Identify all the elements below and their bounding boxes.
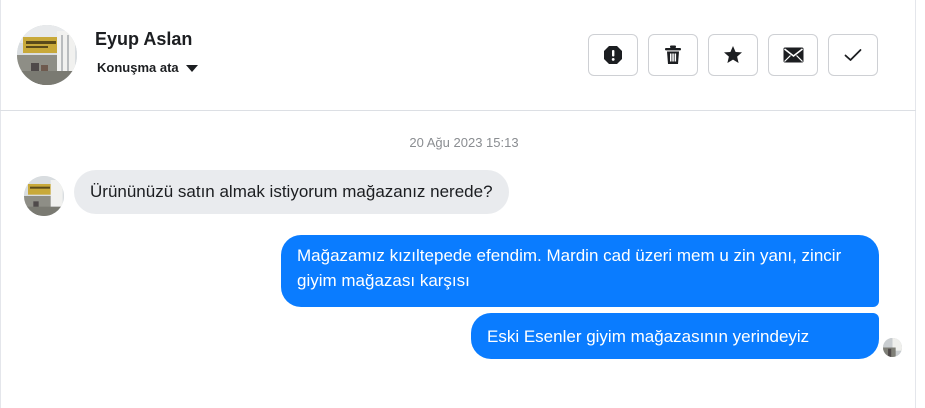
sender-avatar: [24, 176, 64, 216]
conversation-actions: [588, 34, 878, 76]
outgoing-message[interactable]: Eski Esenler giyim mağazasının yerindeyi…: [471, 313, 879, 359]
trash-icon: [665, 45, 681, 64]
mark-spam-button[interactable]: [588, 34, 638, 76]
seen-indicator-avatar: [883, 338, 902, 357]
left-border: [0, 0, 1, 408]
checkmark-icon: [844, 49, 862, 61]
alert-octagon-icon: [604, 46, 622, 64]
header-divider: [0, 110, 916, 111]
contact-photo: [17, 25, 77, 85]
star-button[interactable]: [708, 34, 758, 76]
outgoing-message[interactable]: Mağazamız kızıltepede efendim. Mardin ca…: [281, 235, 879, 307]
incoming-message[interactable]: Ürününüzü satın almak istiyorum mağazanı…: [74, 170, 509, 214]
caret-down-icon: [185, 64, 198, 72]
delete-button[interactable]: [648, 34, 698, 76]
assign-conversation-dropdown[interactable]: Konuşma ata: [97, 59, 198, 75]
envelope-icon: [783, 47, 803, 63]
mark-unread-button[interactable]: [768, 34, 818, 76]
scrollbar-track: [915, 0, 916, 408]
star-icon: [724, 46, 742, 63]
seen-photo: [883, 338, 902, 357]
sender-photo: [24, 176, 64, 216]
contact-avatar[interactable]: [17, 25, 77, 85]
message-timestamp: 20 Ağu 2023 15:13: [409, 135, 519, 150]
contact-name[interactable]: Eyup Aslan: [95, 29, 192, 50]
mark-done-button[interactable]: [828, 34, 878, 76]
assign-label: Konuşma ata: [97, 59, 179, 75]
